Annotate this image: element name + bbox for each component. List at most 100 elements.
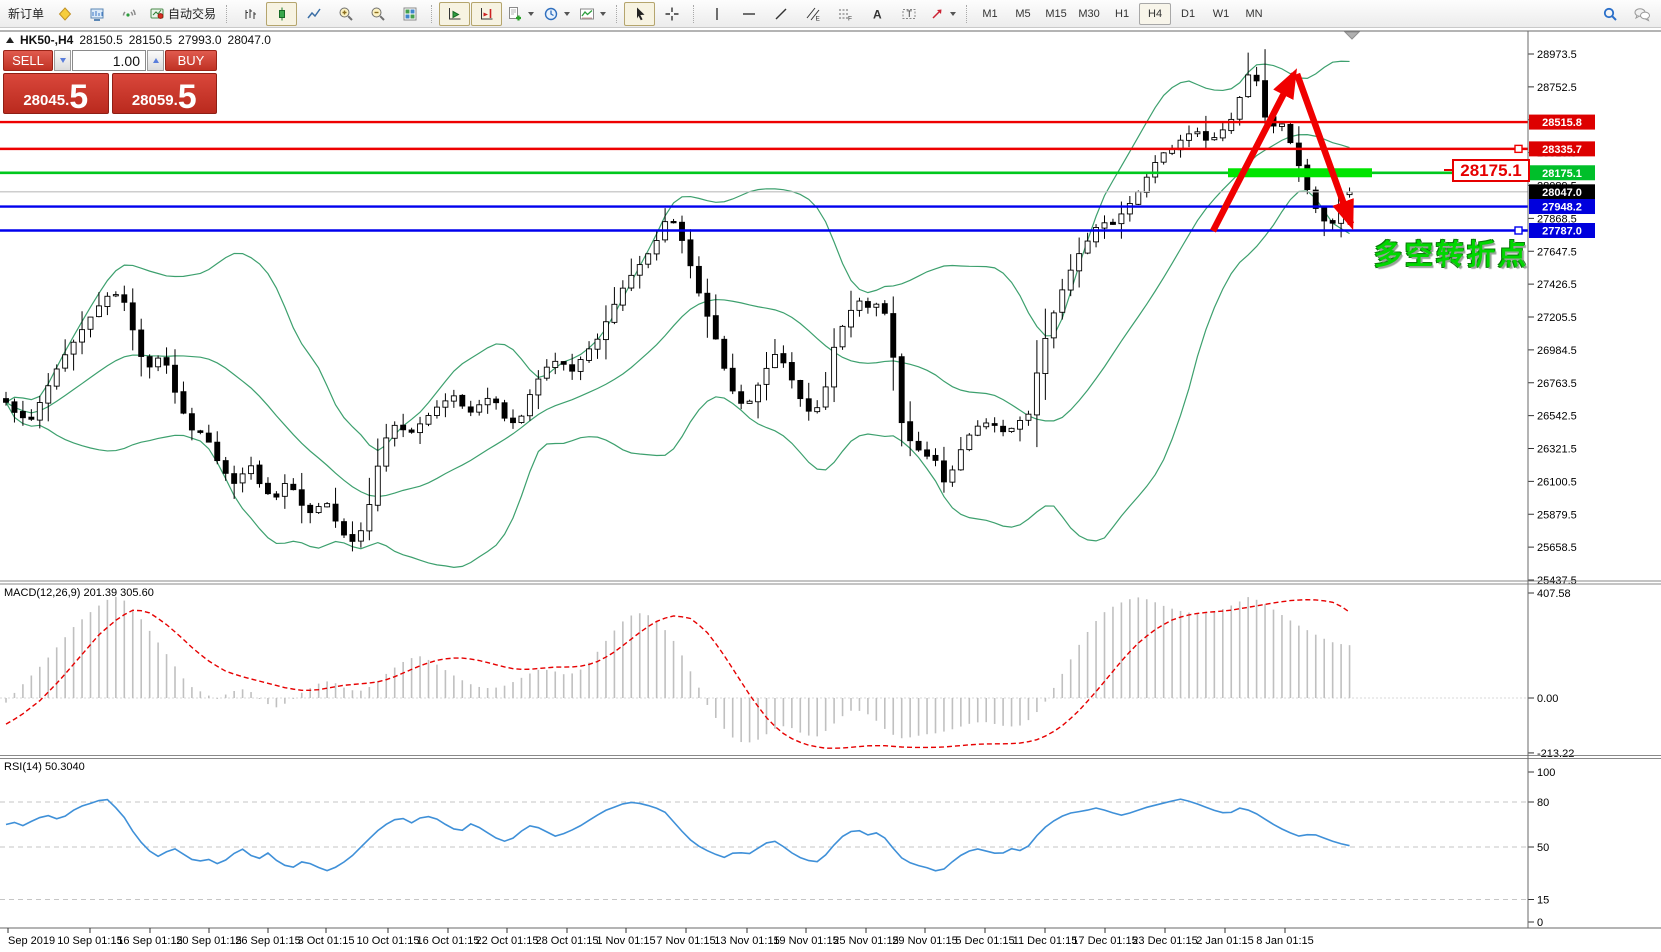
equidistant-channel-button[interactable]: E	[797, 2, 828, 26]
svg-text:T: T	[906, 9, 912, 19]
candlestick-button[interactable]	[266, 2, 297, 26]
candle	[891, 314, 896, 358]
candle	[1246, 75, 1251, 97]
zoom-out-button[interactable]	[362, 2, 393, 26]
timeframe-m5[interactable]: M5	[1007, 3, 1039, 25]
candle	[215, 442, 220, 460]
fibonacci-button[interactable]: F	[829, 2, 860, 26]
timeframe-h1[interactable]: H1	[1106, 3, 1138, 25]
signal-radar-icon	[121, 6, 137, 22]
candle	[80, 330, 85, 342]
x-axis-label: 26 Sep 01:15	[235, 935, 300, 947]
line-handle[interactable]	[1515, 145, 1522, 152]
candle	[392, 425, 397, 438]
candle	[342, 522, 347, 535]
candle	[257, 465, 262, 484]
cursor-arrow-icon	[632, 6, 648, 22]
market-watch-button[interactable]	[81, 2, 112, 26]
candle	[20, 411, 25, 417]
candle	[975, 426, 980, 435]
candle	[1237, 97, 1242, 119]
candle	[840, 326, 845, 346]
price-badge-label: 27787.0	[1542, 225, 1582, 237]
tile-windows-button[interactable]	[394, 2, 425, 26]
buy-button[interactable]: BUY	[165, 50, 217, 71]
timeframe-d1[interactable]: D1	[1172, 3, 1204, 25]
rsi-axis-label: 0	[1537, 917, 1543, 929]
sell-price-main: 28045	[23, 93, 65, 112]
symbol-ohlc-header: HK50-,H4 28150.5 28150.5 27993.0 28047.0	[6, 33, 271, 47]
trendline-button[interactable]	[765, 2, 796, 26]
candle	[282, 484, 287, 497]
candle	[1034, 373, 1039, 415]
horizontal-line-button[interactable]	[733, 2, 764, 26]
candle	[1279, 124, 1284, 126]
search-button[interactable]	[1594, 2, 1625, 26]
candle	[1085, 241, 1090, 253]
support-zone-segment[interactable]	[1228, 168, 1372, 177]
timeframe-w1[interactable]: W1	[1205, 3, 1237, 25]
one-click-trading-panel: SELL BUY 28045.5 28059.5	[3, 50, 217, 114]
timeframe-mn[interactable]: MN	[1238, 3, 1270, 25]
chart-shift-button[interactable]	[471, 2, 502, 26]
price-tag-value: 28175.1	[1460, 161, 1521, 180]
sell-price-display[interactable]: 28045.5	[3, 73, 109, 114]
candle	[1102, 223, 1107, 228]
signals-button[interactable]	[113, 2, 144, 26]
chart-shift-marker-icon[interactable]	[1345, 32, 1359, 39]
candle	[1212, 138, 1217, 140]
candle	[570, 365, 575, 371]
vertical-line-button[interactable]	[701, 2, 732, 26]
candle	[1153, 163, 1158, 178]
text-button[interactable]: A	[861, 2, 892, 26]
timeframe-m1[interactable]: M1	[974, 3, 1006, 25]
volume-decrease-button[interactable]	[54, 50, 71, 71]
candle	[1119, 214, 1124, 224]
x-axis-label: 8 Jan 01:15	[1256, 935, 1314, 947]
price-badge-label: 28515.8	[1542, 117, 1582, 129]
auto-trading-button[interactable]: 自动交易	[145, 2, 220, 26]
indicators-button[interactable]	[503, 2, 538, 26]
candle	[54, 369, 59, 386]
sell-button[interactable]: SELL	[3, 50, 53, 71]
bar-chart-button[interactable]	[234, 2, 265, 26]
timeframe-m30[interactable]: M30	[1073, 3, 1105, 25]
templates-button[interactable]	[575, 2, 610, 26]
dropdown-caret-icon	[950, 12, 956, 16]
timeframe-h4[interactable]: H4	[1139, 3, 1171, 25]
text-label-button[interactable]: T	[893, 2, 924, 26]
candle	[181, 392, 186, 413]
x-axis-label: 20 Sep 01:15	[176, 935, 241, 947]
periods-button[interactable]	[539, 2, 574, 26]
volume-increase-button[interactable]	[147, 50, 164, 71]
candle	[578, 360, 583, 372]
text-label-icon: T	[901, 6, 917, 22]
chat-button[interactable]	[1626, 2, 1657, 26]
arrows-button[interactable]	[925, 2, 960, 26]
x-axis-label: 16 Sep 01:15	[117, 935, 182, 947]
chart-canvas[interactable]: 28973.528752.528531.528310.528089.527868…	[0, 0, 1661, 952]
vertical-line-icon	[709, 6, 725, 22]
price-tag-label[interactable]: 28175.1	[1452, 159, 1530, 182]
candlestick-icon	[274, 6, 290, 22]
candle	[1288, 124, 1293, 142]
volume-input[interactable]	[72, 50, 146, 71]
x-axis-label: 7 Nov 01:15	[656, 935, 715, 947]
crosshair-button[interactable]	[656, 2, 687, 26]
turning-point-annotation: 多空转折点	[1374, 233, 1529, 273]
price-axis-label: 27647.5	[1537, 246, 1577, 258]
cursor-button[interactable]	[624, 2, 655, 26]
buy-price-display[interactable]: 28059.5	[112, 73, 218, 114]
candle	[96, 306, 101, 317]
diamond-icon	[57, 6, 73, 22]
new-chart-button[interactable]	[49, 2, 80, 26]
new-order-button[interactable]: 新订单	[4, 2, 48, 26]
line-chart-button[interactable]	[298, 2, 329, 26]
date-axis[interactable]: Sep 201910 Sep 01:1516 Sep 01:1520 Sep 0…	[8, 928, 1314, 947]
x-axis-label: 17 Dec 01:15	[1072, 935, 1137, 947]
rsi-axis-label: 50	[1537, 842, 1549, 854]
timeframe-m15[interactable]: M15	[1040, 3, 1072, 25]
zoom-in-button[interactable]	[330, 2, 361, 26]
auto-scroll-button[interactable]	[439, 2, 470, 26]
candle	[1009, 428, 1014, 431]
